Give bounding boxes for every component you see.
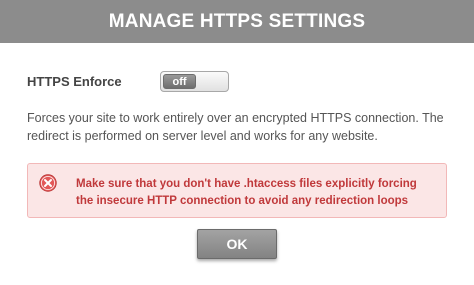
setting-description: Forces your site to work entirely over a… [27, 111, 444, 143]
https-enforce-label: HTTPS Enforce [27, 74, 122, 89]
ok-button-label: OK [226, 236, 248, 252]
error-x-icon [39, 174, 57, 192]
warning-alert: Make sure that you don't have .htaccess … [27, 163, 447, 218]
dialog-title: MANAGE HTTPS SETTINGS [108, 10, 366, 32]
dialog-title-bar: MANAGE HTTPS SETTINGS [0, 0, 474, 43]
toggle-knob[interactable]: off [163, 74, 196, 89]
alert-message: Make sure that you don't have .htaccess … [76, 178, 417, 207]
ok-button[interactable]: OK [197, 229, 277, 259]
toggle-state-text: off [172, 75, 187, 88]
https-enforce-toggle[interactable]: off [160, 71, 229, 92]
